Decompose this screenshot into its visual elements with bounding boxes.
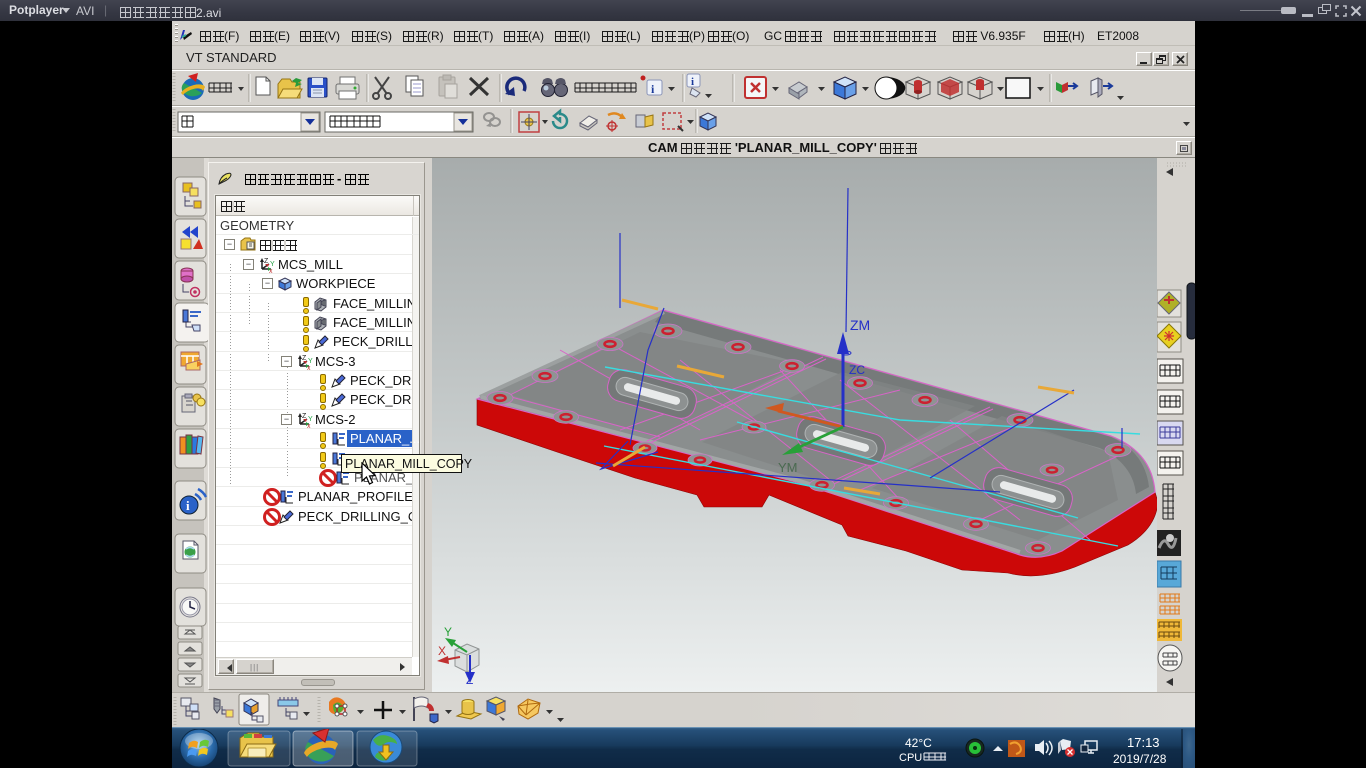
svg-text:Z: Z	[264, 258, 269, 265]
svg-text:YM: YM	[778, 460, 798, 475]
svg-text:Y: Y	[444, 625, 452, 639]
svg-text:17:13: 17:13	[1127, 735, 1160, 750]
svg-text:x: x	[307, 365, 311, 370]
svg-text:x: x	[269, 268, 273, 273]
svg-text:ZM: ZM	[850, 317, 870, 333]
svg-text:Z: Z	[302, 413, 307, 420]
svg-text:ZC: ZC	[849, 363, 865, 377]
svg-text:Z: Z	[302, 355, 307, 362]
svg-text:Z: Z	[466, 673, 473, 687]
svg-text:Y: Y	[270, 261, 275, 268]
svg-text:i: i	[186, 498, 190, 513]
svg-text:X: X	[438, 644, 446, 658]
svg-text:42°C: 42°C	[905, 736, 932, 750]
svg-text:Y: Y	[308, 416, 313, 423]
svg-text:CPU: CPU	[899, 752, 922, 764]
svg-text:i: i	[691, 76, 694, 88]
svg-text:Y: Y	[308, 358, 313, 365]
svg-text:x: x	[307, 423, 311, 428]
svg-text:2019/7/28: 2019/7/28	[1113, 752, 1167, 766]
